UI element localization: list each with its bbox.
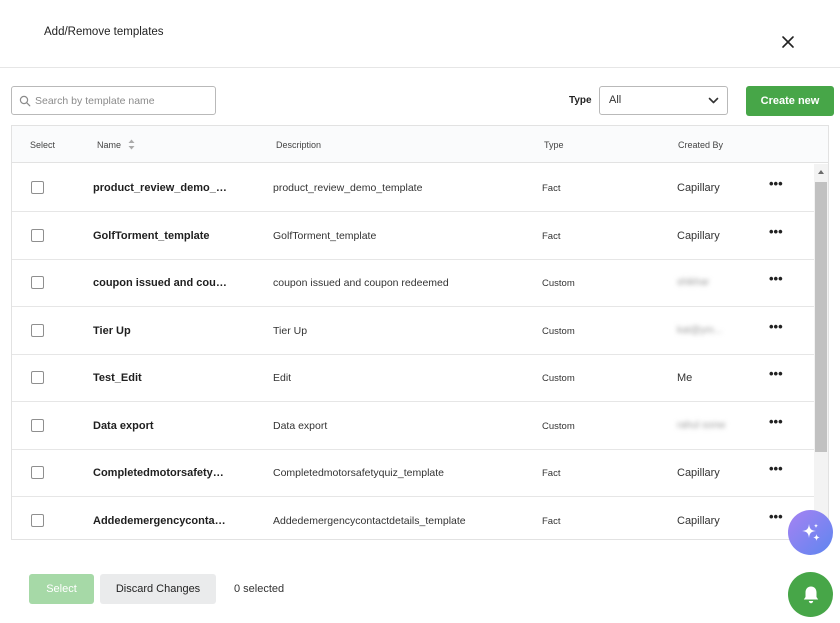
type-filter-label: Type [569,95,592,106]
template-type: Fact [542,230,561,242]
table-row[interactable]: Completedmotorsafetyqui... Completedmotor… [12,449,814,497]
template-name: product_review_demo_te... [93,182,228,194]
template-description: Data export [273,419,328,432]
table-row[interactable]: Test_Edit Edit Custom Me ••• [12,354,814,402]
template-description: Completedmotorsafetyquiz_template [273,467,445,479]
discard-changes-button[interactable]: Discard Changes [100,574,216,604]
template-description: Edit [273,372,292,384]
more-horizontal-icon[interactable]: ••• [769,225,783,238]
template-created-by: Me [677,372,693,384]
template-name: Addedemergencycontactd... [93,514,228,527]
template-description: product_review_demo_template [273,182,423,194]
selected-count: 0 selected [234,583,285,595]
row-select-checkbox[interactable] [31,466,44,479]
row-select-checkbox[interactable] [31,181,44,194]
template-created-by: kat@ym... [677,324,723,336]
column-header-name[interactable]: Name [97,140,121,150]
search-field[interactable] [11,86,216,115]
template-created-by: Capillary [677,514,720,527]
template-type: Custom [542,373,575,384]
template-name: GolfTorment_template [93,229,210,242]
template-name: Data export [93,419,154,432]
type-filter-select[interactable]: All [599,86,728,115]
table-row[interactable]: Data export Data export Custom rahul sonw ••… [12,402,814,450]
type-filter-value: All [609,94,622,106]
more-horizontal-icon[interactable]: ••• [769,177,783,190]
template-description: coupon issued and coupon redeemed [273,277,449,289]
row-select-checkbox[interactable] [31,513,44,527]
notifications-button[interactable] [788,572,833,617]
sort-icon[interactable] [128,139,135,150]
row-select-checkbox[interactable] [31,228,44,242]
template-description: Tier Up [273,324,308,337]
template-name: Test_Edit [93,372,142,384]
template-description: GolfTorment_template [273,229,377,242]
column-header-select: Select [30,140,56,150]
table-row[interactable]: product_review_demo_te... product_review_… [12,164,814,212]
search-input[interactable] [35,92,210,110]
search-icon [19,95,31,107]
more-horizontal-icon[interactable]: ••• [769,415,783,428]
dialog-header: Add/Remove templates [0,0,840,68]
more-horizontal-icon[interactable]: ••• [769,367,783,380]
bell-icon [803,586,818,603]
templates-table: Select Name Description Type Created By … [11,125,829,540]
more-horizontal-icon[interactable]: ••• [769,462,783,475]
more-horizontal-icon[interactable]: ••• [769,272,783,285]
template-type: Custom [542,325,575,337]
table-scrollbar[interactable] [814,164,828,539]
chevron-down-icon [708,97,719,104]
template-type: Fact [542,468,561,479]
table-row[interactable]: Tier Up Tier Up Custom kat@ym... ••• [12,307,814,355]
scroll-up-arrow[interactable] [818,170,824,174]
column-header-created-by: Created By [678,140,724,150]
create-new-button[interactable]: Create new [746,86,834,116]
sparkle-icon [801,523,820,541]
ai-assistant-button[interactable] [788,510,833,555]
template-type: Fact [542,515,561,527]
close-icon[interactable] [778,32,798,52]
select-button[interactable]: Select [29,574,94,604]
table-row[interactable]: Addedemergencycontactd... Addedemergencyc… [12,497,814,540]
scrollbar-thumb[interactable] [815,182,827,452]
dialog-title: Add/Remove templates [44,26,164,38]
template-name: coupon issued and coupo... [93,277,228,289]
more-horizontal-icon[interactable]: ••• [769,320,783,333]
template-created-by: Capillary [677,182,720,194]
template-created-by: shikhar [677,277,710,288]
row-select-checkbox[interactable] [31,371,44,384]
table-row[interactable]: coupon issued and coupo... coupon issued … [12,259,814,307]
template-name: Completedmotorsafetyqui... [93,467,228,479]
column-header-description: Description [276,140,322,150]
table-header: Select Name Description Type Created By [12,126,828,163]
table-row[interactable]: GolfTorment_template GolfTorment_template… [12,212,814,260]
row-select-checkbox[interactable] [31,323,44,337]
template-created-by: Capillary [677,229,720,242]
template-type: Custom [542,420,575,432]
template-type: Custom [542,278,575,289]
column-header-type: Type [544,140,564,150]
template-created-by: Capillary [677,467,720,479]
template-created-by: rahul sonw [677,419,726,431]
more-horizontal-icon[interactable]: ••• [769,510,783,523]
row-select-checkbox[interactable] [31,418,44,432]
template-type: Fact [542,183,561,194]
template-name: Tier Up [93,324,131,337]
template-description: Addedemergencycontactdetails_template [273,514,466,527]
row-select-checkbox[interactable] [31,276,44,289]
